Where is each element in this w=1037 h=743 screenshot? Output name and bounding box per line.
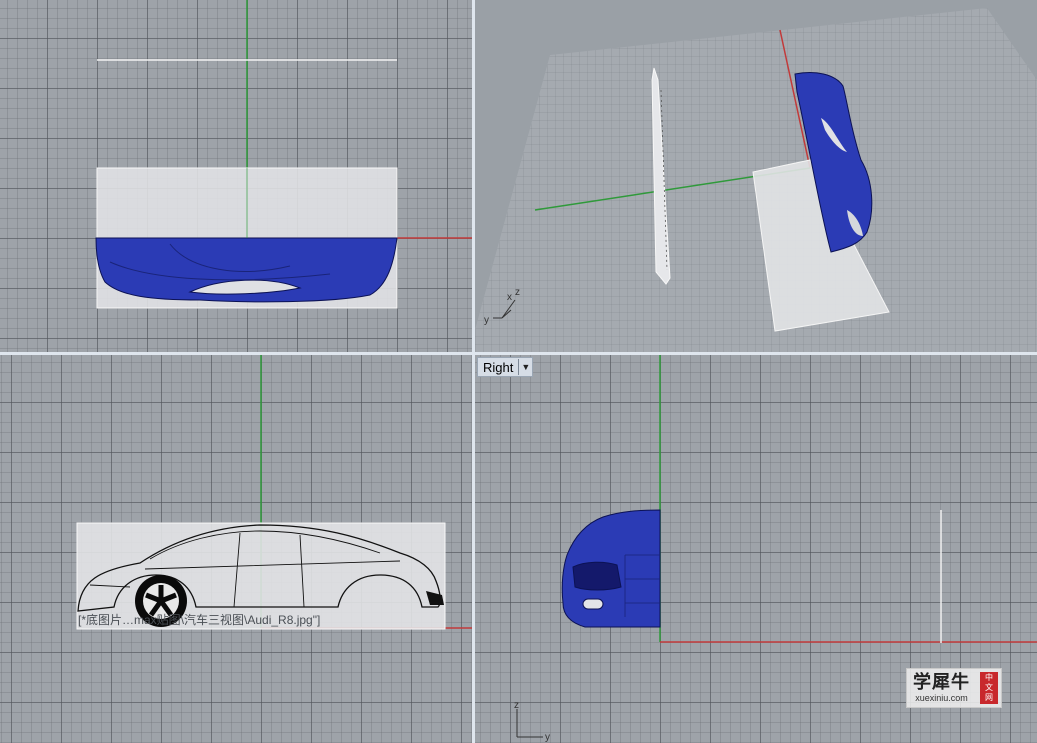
viewport-divider-horizontal[interactable] bbox=[0, 352, 1037, 355]
car-exhaust bbox=[582, 598, 604, 610]
viewport-label-text: Right bbox=[483, 359, 514, 375]
axis-icon-z-label: z bbox=[515, 287, 520, 298]
viewport-divider-vertical[interactable] bbox=[472, 0, 475, 743]
car-taillight bbox=[572, 561, 622, 591]
axis-icon-y-label: y bbox=[545, 732, 550, 743]
watermark-seal: 中 文 网 bbox=[980, 672, 998, 704]
axis-icon-z-label: z bbox=[514, 700, 519, 711]
car-hub bbox=[157, 597, 165, 605]
reference-image-path: [*底图片…max贴图\汽车三视图\Audi_R8.jpg"] bbox=[78, 613, 321, 627]
watermark-domain: xuexiniu.com bbox=[915, 692, 968, 703]
axis-icon bbox=[516, 709, 543, 738]
perspective-viewport[interactable]: y x z bbox=[475, 0, 1037, 352]
chevron-down-icon[interactable]: ▼ bbox=[518, 359, 530, 375]
viewport-label-right[interactable]: Right ▼ bbox=[477, 357, 534, 377]
watermark-logo: 学犀牛 xuexiniu.com 中 文 网 bbox=[906, 668, 1002, 708]
axis-icon-y-label: y bbox=[484, 315, 489, 326]
watermark-brand: 学犀牛 bbox=[913, 671, 970, 693]
front-viewport-canvas bbox=[76, 355, 472, 630]
axis-icon-x-label: x bbox=[507, 292, 512, 303]
front-viewport[interactable]: [*底图片…max贴图\汽车三视图\Audi_R8.jpg"] bbox=[0, 355, 472, 743]
perspective-canvas: y x z bbox=[475, 8, 1037, 352]
top-viewport[interactable] bbox=[0, 0, 472, 352]
top-viewport-canvas bbox=[95, 0, 472, 309]
